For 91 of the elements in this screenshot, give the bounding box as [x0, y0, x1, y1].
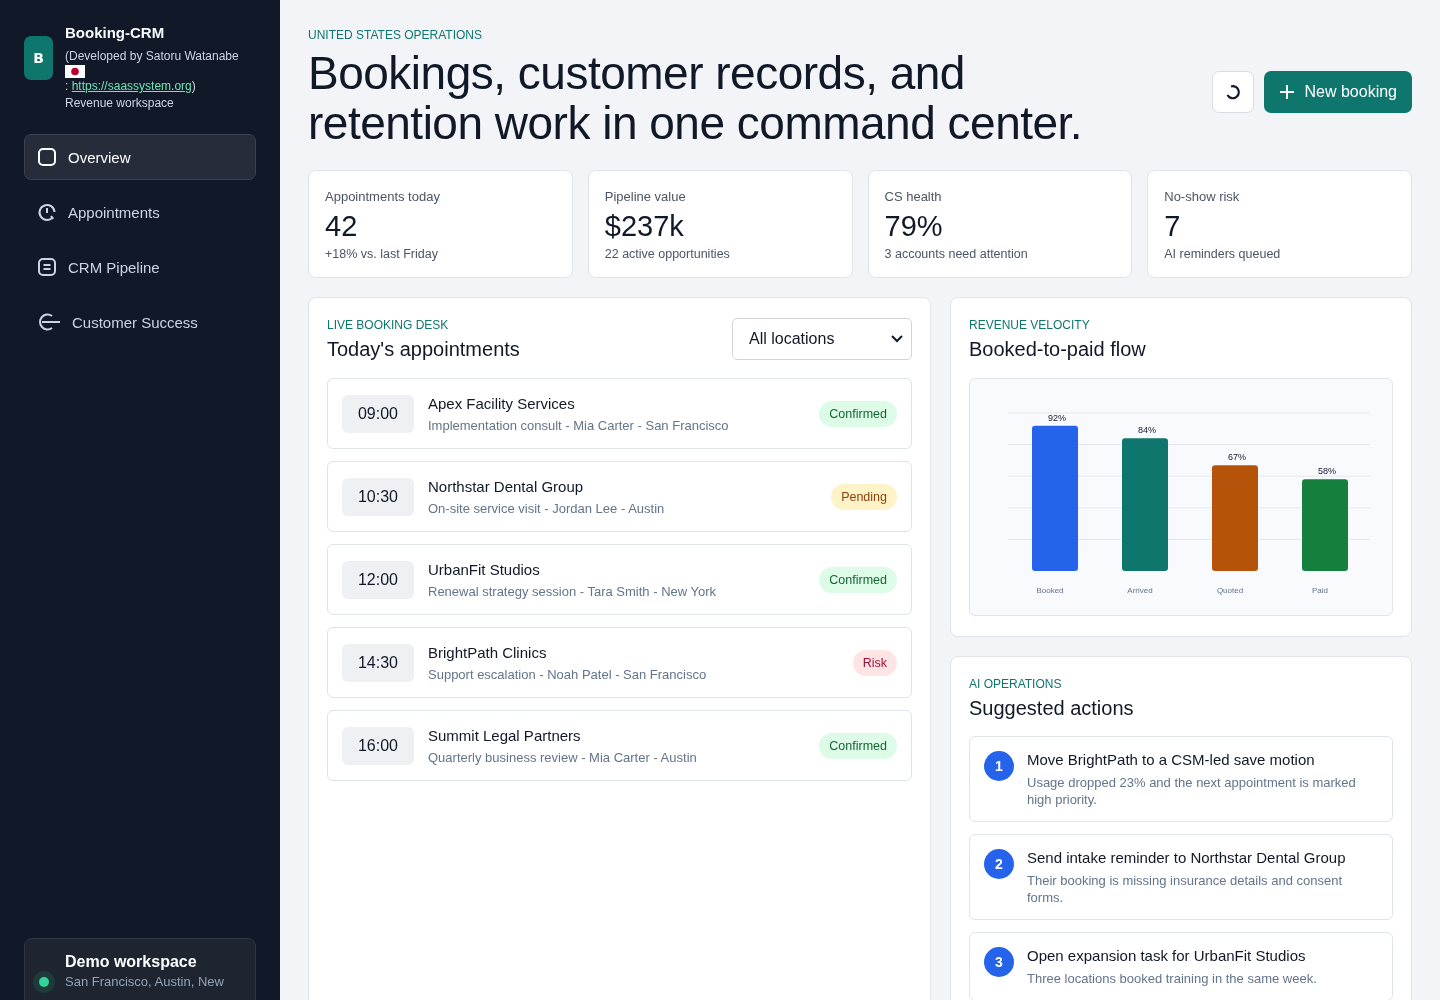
workspace-subtitle: Revenue workspace [65, 95, 175, 112]
logo-badge: B [24, 36, 53, 80]
section-eyebrow: AI OPERATIONS [969, 677, 1063, 691]
appointment-details: On-site service visit - Jordan Lee - Austin [428, 500, 666, 516]
suggestion-text: Three locations booked training in the same week. [1027, 970, 1317, 987]
category-label: Booked [1036, 586, 1064, 595]
square-icon [37, 147, 57, 167]
stat-value: 79% [884, 210, 944, 243]
suggestion-text: Usage dropped 23% and the next appointment is marked high priority. [1027, 774, 1357, 808]
stat-value: $237k [604, 210, 685, 243]
appointment-row[interactable]: 10:30 Northstar Dental Group On-site service visit - Jordan Lee - Austin Pending [327, 461, 912, 532]
new-booking-button[interactable]: New booking [1263, 71, 1412, 113]
refresh-button[interactable] [1211, 71, 1254, 113]
stat-note: 22 active opportunities [604, 247, 731, 261]
stat-label: Pipeline value [604, 189, 687, 204]
nav-item[interactable]: Overview [24, 134, 256, 180]
category-label: Quoted [1216, 586, 1244, 595]
step-number: 1 [984, 751, 1014, 781]
developer-note: (Developed by Satoru Watanabe [65, 48, 239, 65]
category-label: Paid [1312, 586, 1328, 595]
app-name: Booking-CRM [65, 24, 166, 41]
company-name: Northstar Dental Group [428, 477, 585, 495]
value-label: 67 [1228, 452, 1238, 463]
status-badge: Confirmed [819, 566, 897, 593]
step-number: 2 [984, 849, 1014, 879]
value-label: 58 [1318, 466, 1328, 477]
step-number: 3 [984, 947, 1014, 977]
section-eyebrow: REVENUE VELOCITY [969, 318, 1091, 332]
percent-sign: % [1058, 412, 1066, 423]
appointment-details: Support escalation - Noah Patel - San Francisco [428, 666, 708, 682]
workspace-locations: San Francisco, Austin, New [65, 974, 224, 989]
page-title: Bookings, customer records, and retention work in one command center. [308, 48, 1084, 148]
time-chip: 10:30 [342, 477, 414, 516]
percent-sign: % [1238, 452, 1246, 463]
section-title: Today's appointments [327, 338, 520, 361]
chevron-down-icon [891, 335, 903, 343]
location-select[interactable]: All locations [732, 318, 912, 360]
globe-icon [37, 312, 61, 332]
company-name: UrbanFit Studios [428, 560, 541, 578]
company-name: BrightPath Clinics [428, 643, 548, 661]
nav-item[interactable]: CRM Pipeline [24, 244, 256, 290]
clock-icon [37, 202, 57, 222]
status-badge: Confirmed [819, 732, 897, 759]
section-title: Booked-to-paid flow [969, 338, 1147, 361]
website-link[interactable]: https://saassystem.org [71, 79, 192, 93]
stat-label: No-show risk [1164, 189, 1241, 204]
nav-item[interactable]: Customer Success [24, 299, 256, 345]
section-eyebrow: UNITED STATES OPERATIONS [308, 28, 484, 42]
appointment-row[interactable]: 09:00 Apex Facility Services Implementation consult - Mia Carter - San Francisco Confirmed [327, 378, 912, 449]
time-chip: 14:30 [342, 643, 414, 682]
time-chip: 09:00 [342, 394, 414, 433]
company-name: Apex Facility Services [428, 394, 576, 412]
time-chip: 12:00 [342, 560, 414, 599]
section-title: Suggested actions [969, 697, 1135, 720]
appointment-row[interactable]: 14:30 BrightPath Clinics Support escalation - Noah Patel - San Francisco Risk [327, 627, 912, 698]
appointment-details: Renewal strategy session - Tara Smith - New York [428, 583, 718, 599]
stat-label: CS health [884, 189, 943, 204]
plus-icon [1278, 84, 1295, 100]
status-badge: Risk [852, 649, 897, 676]
link-prefix: : [65, 79, 69, 93]
value-label: 84 [1138, 425, 1148, 436]
section-eyebrow: LIVE BOOKING DESK [327, 318, 450, 332]
appointment-details: Quarterly business review - Mia Carter - Austin [428, 749, 698, 765]
suggestion-card[interactable]: 2 Send intake reminder to Northstar Dental Group Their booking is missing insurance details and consent forms. [969, 834, 1393, 920]
company-name: Summit Legal Partners [428, 726, 582, 744]
suggestion-title: Open expansion task for UrbanFit Studios [1027, 947, 1307, 964]
stat-note: +18% vs. last Friday [325, 247, 439, 261]
suggestion-card[interactable]: 1 Move BrightPath to a CSM-led save motion Usage dropped 23% and the next appointment is marked high priority. [969, 736, 1393, 822]
appointment-details: Implementation consult - Mia Carter - San Francisco [428, 417, 730, 433]
flag-icon [65, 65, 85, 78]
link-suffix: ) [191, 79, 196, 93]
nav-item[interactable]: Appointments [24, 189, 256, 235]
appointment-row[interactable]: 12:00 UrbanFit Studios Renewal strategy session - Tara Smith - New York Confirmed [327, 544, 912, 615]
stat-note: 3 accounts need attention [884, 247, 1029, 261]
suggestion-title: Send intake reminder to Northstar Dental Group [1027, 849, 1347, 866]
category-label: Arrived [1127, 586, 1153, 595]
appointment-row[interactable]: 16:00 Summit Legal Partners Quarterly business review - Mia Carter - Austin Confirmed [327, 710, 912, 781]
value-label: 92 [1048, 412, 1058, 423]
percent-sign: % [1148, 425, 1156, 436]
stat-label: Appointments today [325, 189, 441, 204]
workspace-title: Demo workspace [65, 953, 198, 971]
percent-sign: % [1328, 466, 1336, 477]
status-badge: Confirmed [819, 400, 897, 427]
stat-note: AI reminders queued [1164, 247, 1282, 261]
document-icon [37, 257, 57, 277]
stat-value: 7 [1164, 210, 1182, 243]
stat-value: 42 [325, 210, 359, 243]
time-chip: 16:00 [342, 726, 414, 765]
suggestion-title: Move BrightPath to a CSM-led save motion [1027, 751, 1316, 768]
suggestion-text: Their booking is missing insurance details and consent forms. [1027, 872, 1344, 906]
status-badge: Pending [831, 483, 897, 510]
